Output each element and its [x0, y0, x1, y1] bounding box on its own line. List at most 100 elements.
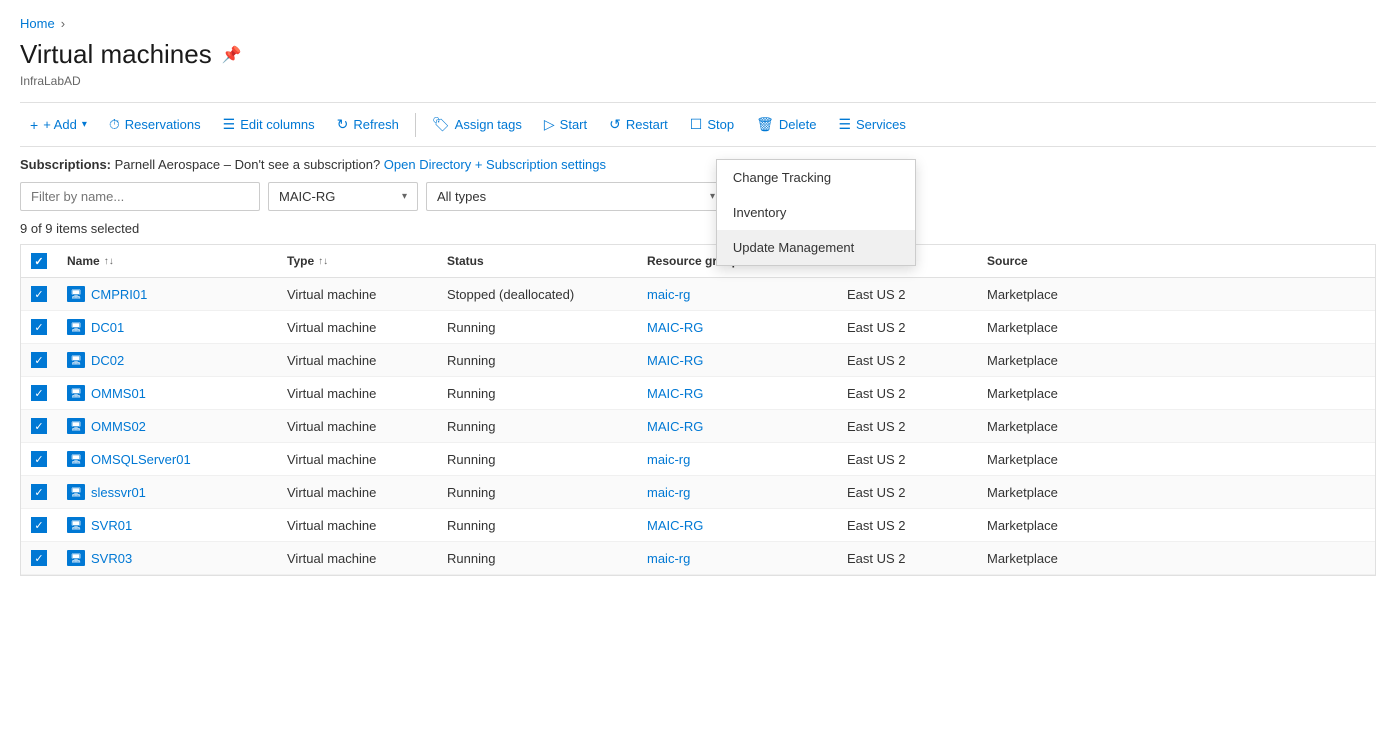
- table-row: ✓ 🖥 slessvr01 Virtual machine Running ma…: [21, 476, 1375, 509]
- th-status[interactable]: Status: [437, 245, 637, 277]
- row-checkbox-cell[interactable]: ✓: [21, 278, 57, 310]
- assign-tags-icon: 🏷: [432, 116, 450, 133]
- row-checkbox-cell[interactable]: ✓: [21, 509, 57, 541]
- resource-group-chevron-icon: ▾: [402, 191, 407, 202]
- row-checkbox[interactable]: ✓: [31, 286, 47, 302]
- page-title: Virtual machines: [20, 39, 212, 70]
- th-name-sort-icon: ↑↓: [104, 256, 114, 267]
- restart-label: Restart: [626, 117, 668, 132]
- edit-columns-button[interactable]: ☰ Edit columns: [213, 111, 325, 138]
- table-row: ✓ 🖥 CMPRI01 Virtual machine Stopped (dea…: [21, 278, 1375, 311]
- row-checkbox[interactable]: ✓: [31, 319, 47, 335]
- pin-icon[interactable]: 📌: [222, 45, 242, 65]
- resource-group-filter[interactable]: MAIC-RG ▾: [268, 182, 418, 211]
- row-checkbox[interactable]: ✓: [31, 385, 47, 401]
- row-status: Running: [437, 509, 637, 541]
- add-button[interactable]: + + Add ▾: [20, 112, 97, 138]
- assign-tags-button[interactable]: 🏷 Assign tags: [422, 111, 532, 138]
- reservations-button[interactable]: ⏱ Reservations: [99, 111, 211, 138]
- add-label: + Add: [43, 117, 77, 132]
- vm-name-link[interactable]: OMSQLServer01: [91, 452, 191, 467]
- row-type: Virtual machine: [277, 410, 437, 442]
- th-type[interactable]: Type ↑↓: [277, 245, 437, 277]
- row-checkbox[interactable]: ✓: [31, 451, 47, 467]
- row-checkbox[interactable]: ✓: [31, 418, 47, 434]
- rg-link[interactable]: maic-rg: [647, 287, 690, 302]
- vm-name-link[interactable]: slessvr01: [91, 485, 146, 500]
- vm-name-link[interactable]: DC02: [91, 353, 124, 368]
- vm-name-link[interactable]: OMMS02: [91, 419, 146, 434]
- vm-name-link[interactable]: SVR01: [91, 518, 132, 533]
- row-type: Virtual machine: [277, 344, 437, 376]
- header-checkbox[interactable]: ✓: [31, 253, 47, 269]
- th-source[interactable]: Source: [977, 245, 1097, 277]
- row-resource-group: maic-rg: [637, 443, 837, 475]
- rg-link[interactable]: maic-rg: [647, 485, 690, 500]
- row-source: Marketplace: [977, 278, 1097, 310]
- row-status: Running: [437, 476, 637, 508]
- row-checkbox[interactable]: ✓: [31, 550, 47, 566]
- reservations-icon: ⏱: [109, 116, 120, 133]
- row-type: Virtual machine: [277, 542, 437, 574]
- row-checkbox[interactable]: ✓: [31, 517, 47, 533]
- refresh-button[interactable]: ↻ Refresh: [327, 111, 409, 138]
- rg-link[interactable]: MAIC-RG: [647, 518, 703, 533]
- breadcrumb-home[interactable]: Home: [20, 16, 55, 31]
- delete-icon: 🗑: [756, 116, 774, 133]
- stop-button[interactable]: ☐ Stop: [680, 111, 744, 138]
- reservations-label: Reservations: [125, 117, 201, 132]
- row-checkbox[interactable]: ✓: [31, 484, 47, 500]
- breadcrumb-separator: ›: [61, 16, 65, 31]
- dropdown-item-update-management[interactable]: Update Management: [717, 230, 915, 265]
- toolbar-separator-1: [415, 113, 416, 137]
- title-row: Virtual machines 📌: [20, 39, 1376, 70]
- row-checkbox-cell[interactable]: ✓: [21, 476, 57, 508]
- vm-icon: 🖥: [67, 286, 85, 302]
- row-checkbox-cell[interactable]: ✓: [21, 377, 57, 409]
- row-checkbox[interactable]: ✓: [31, 352, 47, 368]
- services-label: Services: [856, 117, 906, 132]
- dropdown-item-change-tracking[interactable]: Change Tracking: [717, 160, 915, 195]
- row-resource-group: maic-rg: [637, 542, 837, 574]
- row-checkbox-cell[interactable]: ✓: [21, 542, 57, 574]
- vm-name-link[interactable]: SVR03: [91, 551, 132, 566]
- row-checkbox-cell[interactable]: ✓: [21, 443, 57, 475]
- vm-name-link[interactable]: OMMS01: [91, 386, 146, 401]
- services-button[interactable]: ☰ Services: [828, 111, 915, 138]
- row-type: Virtual machine: [277, 377, 437, 409]
- rg-link[interactable]: maic-rg: [647, 452, 690, 467]
- rg-link[interactable]: MAIC-RG: [647, 386, 703, 401]
- vm-icon: 🖥: [67, 319, 85, 335]
- vm-icon: 🖥: [67, 352, 85, 368]
- dropdown-item-inventory[interactable]: Inventory: [717, 195, 915, 230]
- row-name: 🖥 OMMS02: [57, 410, 277, 442]
- row-status: Running: [437, 542, 637, 574]
- row-checkbox-cell[interactable]: ✓: [21, 344, 57, 376]
- row-checkbox-cell[interactable]: ✓: [21, 311, 57, 343]
- subscriptions-bar: Subscriptions: Parnell Aerospace – Don't…: [20, 147, 1376, 182]
- vm-name-link[interactable]: DC01: [91, 320, 124, 335]
- th-type-sort-icon: ↑↓: [318, 256, 328, 267]
- subscriptions-link[interactable]: Open Directory + Subscription settings: [384, 157, 606, 172]
- row-type: Virtual machine: [277, 278, 437, 310]
- row-resource-group: MAIC-RG: [637, 377, 837, 409]
- restart-button[interactable]: ↺ Restart: [599, 111, 678, 138]
- subscriptions-label: Subscriptions:: [20, 157, 111, 172]
- header-checkbox-cell[interactable]: ✓: [21, 245, 57, 277]
- rg-link[interactable]: MAIC-RG: [647, 353, 703, 368]
- row-name: 🖥 SVR03: [57, 542, 277, 574]
- row-checkbox-cell[interactable]: ✓: [21, 410, 57, 442]
- row-source: Marketplace: [977, 542, 1097, 574]
- start-button[interactable]: ▷ Start: [534, 111, 597, 138]
- type-filter-chevron-icon: ▾: [710, 191, 715, 202]
- delete-button[interactable]: 🗑 Delete: [746, 111, 826, 138]
- row-resource-group: MAIC-RG: [637, 410, 837, 442]
- type-filter[interactable]: All types ▾: [426, 182, 726, 211]
- rg-link[interactable]: MAIC-RG: [647, 320, 703, 335]
- rg-link[interactable]: maic-rg: [647, 551, 690, 566]
- rg-link[interactable]: MAIC-RG: [647, 419, 703, 434]
- th-name[interactable]: Name ↑↓: [57, 245, 277, 277]
- row-resource-group: MAIC-RG: [637, 344, 837, 376]
- vm-name-link[interactable]: CMPRI01: [91, 287, 147, 302]
- filter-name-input[interactable]: [20, 182, 260, 211]
